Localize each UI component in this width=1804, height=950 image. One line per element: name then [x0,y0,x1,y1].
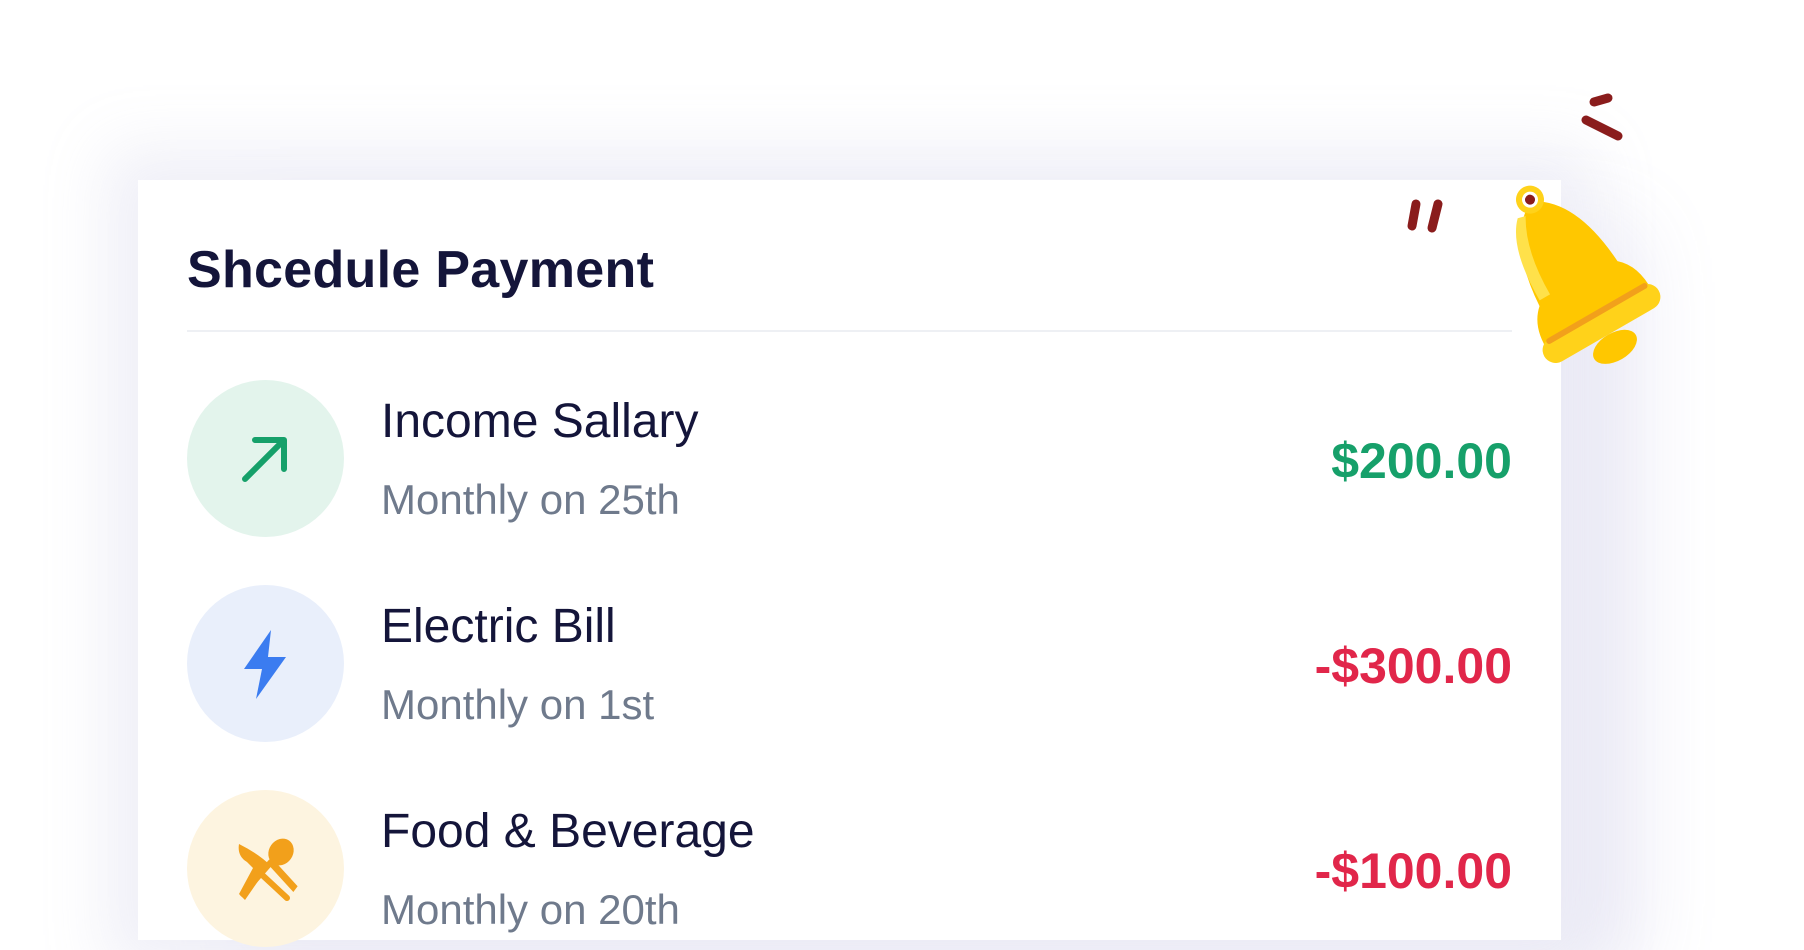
payment-name: Income Sallary [381,395,699,448]
payment-schedule: Monthly on 1st [381,681,655,728]
payment-row-food[interactable]: Food & Beverage Monthly on 20th -$100.00 [187,790,1512,950]
divider [187,330,1512,332]
fork-spoon-icon [238,838,298,901]
card-title: Shcedule Payment [187,241,655,299]
payment-row-electric[interactable]: Electric Bill Monthly on 1st -$300.00 [187,585,1512,745]
arrow-up-right-icon [242,437,287,482]
payment-name: Food & Beverage [381,805,755,858]
payment-schedule: Monthly on 25th [381,476,680,523]
icon-badge [187,585,344,742]
payment-name: Electric Bill [381,600,616,653]
payment-amount: -$300.00 [1314,638,1512,694]
icon-badge [187,380,344,537]
bell-icon [1407,93,1661,364]
schedule-payment-card: Shcedule Payment Income Sallary Monthly … [138,180,1561,947]
payment-amount: -$100.00 [1314,843,1512,899]
bell-ring-marks [1407,93,1623,233]
lightning-icon [244,630,286,699]
payment-amount: $200.00 [1331,433,1512,489]
icon-badge [187,790,344,947]
payment-schedule: Monthly on 20th [381,886,680,933]
payment-row-income[interactable]: Income Sallary Monthly on 25th $200.00 [187,380,1512,540]
